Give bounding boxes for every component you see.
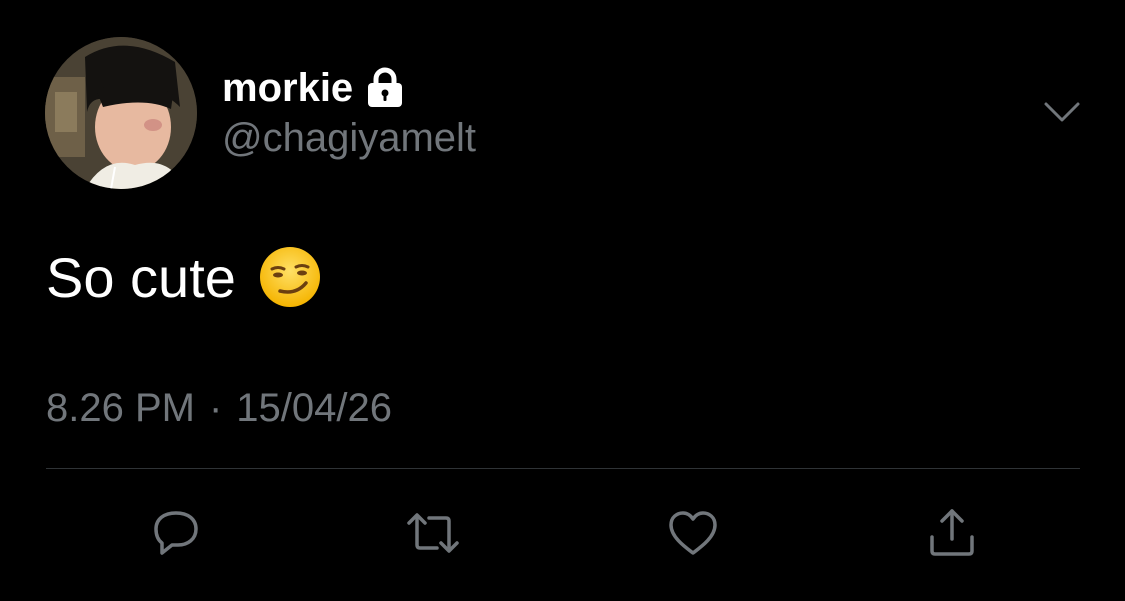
tweet: morkie @chagiyamelt So cute 8.26 PM · 15… <box>0 0 1125 601</box>
tweet-time: 8.26 PM <box>46 386 195 430</box>
reply-icon <box>154 511 198 555</box>
tweet-body: So cute <box>46 244 322 310</box>
author-handle[interactable]: @chagiyamelt <box>222 116 476 161</box>
share-icon <box>930 509 974 556</box>
divider <box>46 468 1080 469</box>
tweet-text: So cute <box>46 245 236 309</box>
display-name[interactable]: morkie <box>222 66 353 111</box>
retweet-button[interactable] <box>403 505 463 561</box>
smirking-face-emoji <box>259 247 320 307</box>
more-options-button[interactable] <box>1040 94 1084 130</box>
like-button[interactable] <box>663 505 723 561</box>
reply-button[interactable] <box>146 505 206 561</box>
tweet-date: 15/04/26 <box>236 386 392 430</box>
author-name-row: morkie <box>222 63 405 113</box>
timestamp-separator: · <box>208 386 223 430</box>
heart-icon <box>669 511 717 555</box>
avatar-image <box>45 37 197 189</box>
retweet-icon <box>407 513 459 553</box>
chevron-down-icon <box>1044 102 1080 122</box>
lock-icon <box>368 67 403 107</box>
avatar[interactable] <box>45 37 197 189</box>
timestamp[interactable]: 8.26 PM · 15/04/26 <box>46 386 392 431</box>
share-button[interactable] <box>922 505 982 561</box>
